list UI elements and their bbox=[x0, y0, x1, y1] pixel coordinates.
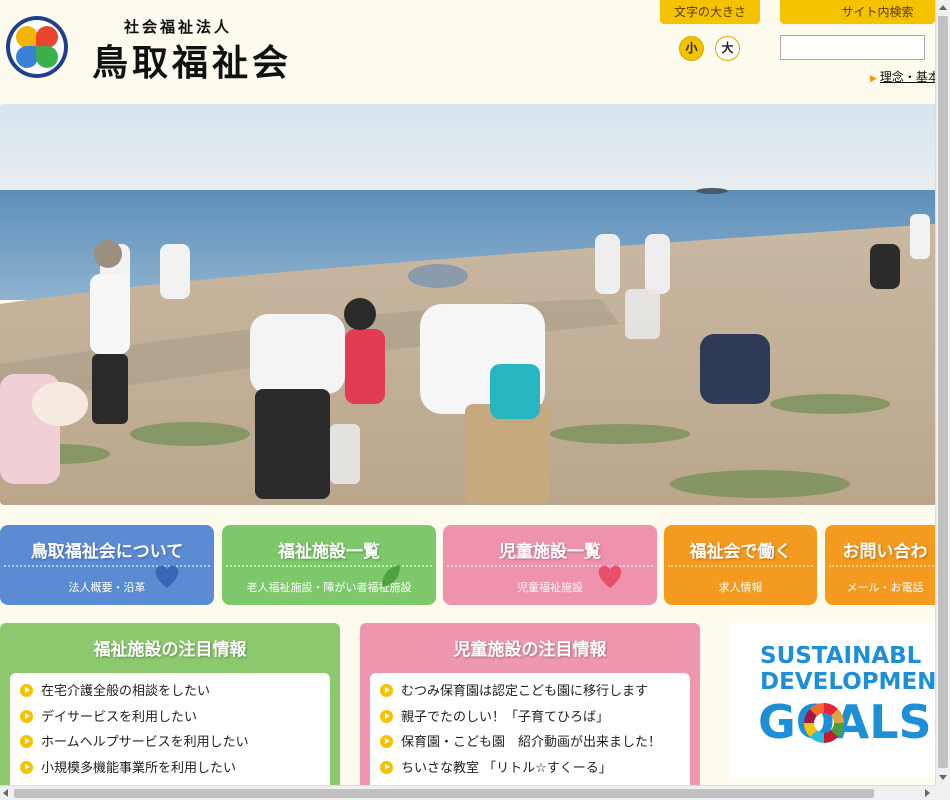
arrow-bullet-icon bbox=[380, 735, 393, 748]
arrow-right-icon: ▶ bbox=[870, 74, 877, 84]
arrow-bullet-icon bbox=[380, 684, 393, 697]
nav-child-title: 児童施設一覧 bbox=[499, 542, 601, 562]
sdg-line2: DEVELOPMENT bbox=[760, 669, 935, 695]
list-item[interactable]: むつみ保育園は認定こども園に移行します bbox=[380, 679, 680, 705]
welfare-highlights-panel: 福祉施設の注目情報 在宅介護全般の相談をしたい デイサービスを利用したい ホーム… bbox=[0, 623, 340, 800]
scroll-up-icon[interactable] bbox=[939, 5, 947, 10]
horizontal-scroll-thumb[interactable] bbox=[14, 789, 874, 798]
site-header: 社会福祉法人 鳥取福祉会 文字の大きさ 小 大 サイト内検索 ▶ 理念・基本 bbox=[0, 0, 940, 104]
nav-about[interactable]: 鳥取福祉会について 法人概要・沿革 bbox=[0, 525, 214, 605]
list-item[interactable]: 小規模多機能事業所を利用したい bbox=[20, 756, 320, 782]
site-search-label: サイト内検索 bbox=[780, 0, 935, 24]
arrow-bullet-icon bbox=[20, 684, 33, 697]
divider bbox=[668, 565, 813, 567]
welfare-panel-title: 福祉施設の注目情報 bbox=[93, 640, 247, 660]
sdg-wheel-icon bbox=[804, 703, 844, 743]
scroll-right-icon[interactable] bbox=[925, 789, 930, 797]
child-panel-title: 児童施設の注目情報 bbox=[453, 640, 607, 660]
nav-work[interactable]: 福祉会で働く 求人情報 bbox=[664, 525, 817, 605]
org-name-logo[interactable]: 鳥取福祉会 bbox=[92, 34, 292, 86]
list-item[interactable]: 在宅介護全般の相談をしたい bbox=[20, 679, 320, 705]
welfare-highlights-list: 在宅介護全般の相談をしたい デイサービスを利用したい ホームヘルプサービスを利用… bbox=[10, 673, 330, 800]
vertical-scrollbar[interactable] bbox=[935, 0, 950, 785]
nav-welfare-title: 福祉施設一覧 bbox=[278, 542, 380, 562]
vertical-scroll-thumb[interactable] bbox=[938, 16, 948, 768]
font-size-label: 文字の大きさ bbox=[660, 0, 760, 24]
child-highlights-list: むつみ保育園は認定こども園に移行します 親子でたのしい！「子育てひろば」 保育園… bbox=[370, 673, 690, 800]
heart-icon bbox=[598, 565, 622, 588]
child-highlights-panel: 児童施設の注目情報 むつみ保育園は認定こども園に移行します 親子でたのしい！「子… bbox=[360, 623, 700, 800]
site-search-input[interactable] bbox=[780, 35, 925, 60]
nav-about-title: 鳥取福祉会について bbox=[30, 542, 184, 562]
font-large-button[interactable]: 大 bbox=[715, 36, 740, 61]
arrow-bullet-icon bbox=[20, 760, 33, 774]
scrollbar-corner bbox=[935, 785, 950, 800]
arrow-bullet-icon bbox=[380, 709, 393, 723]
nav-work-title: 福祉会で働く bbox=[689, 542, 792, 562]
heart-icon bbox=[155, 565, 179, 588]
list-item[interactable]: デイサービスを利用したい bbox=[20, 705, 320, 731]
leaf-icon bbox=[382, 565, 400, 587]
arrow-bullet-icon bbox=[380, 760, 393, 774]
divider bbox=[829, 565, 941, 567]
scroll-down-icon[interactable] bbox=[939, 775, 947, 780]
font-small-button[interactable]: 小 bbox=[679, 36, 704, 61]
scroll-left-icon[interactable] bbox=[3, 789, 8, 797]
arrow-bullet-icon bbox=[20, 735, 33, 748]
sdg-line1: SUSTAINABL bbox=[760, 643, 922, 669]
hero-photo bbox=[0, 104, 935, 505]
nav-contact-title: お問い合わ bbox=[842, 542, 928, 562]
nav-contact[interactable]: お問い合わ メール・お電話 bbox=[825, 525, 945, 605]
list-item[interactable]: ホームヘルプサービスを利用したい bbox=[20, 730, 320, 756]
philosophy-link[interactable]: ▶ 理念・基本 bbox=[870, 68, 940, 85]
nav-child-facilities[interactable]: 児童施設一覧 児童福祉施設 bbox=[443, 525, 657, 605]
list-item[interactable]: 保育園・こども園 紹介動画が出来ました！ bbox=[380, 730, 680, 756]
nav-work-sub: 求人情報 bbox=[718, 581, 763, 594]
horizontal-scrollbar[interactable] bbox=[0, 785, 935, 800]
sdg-banner[interactable]: SUSTAINABL DEVELOPMENT GOALS bbox=[730, 623, 935, 778]
nav-contact-sub: メール・お電話 bbox=[846, 581, 924, 594]
nav-welfare-facilities[interactable]: 福祉施設一覧 老人福祉施設・障がい者福祉施設 bbox=[222, 525, 436, 605]
list-item[interactable]: ちいさな教室 「リトル☆すくーる」 bbox=[380, 756, 680, 782]
beach-cleanup-photo bbox=[0, 104, 935, 505]
logo-icon[interactable] bbox=[6, 16, 68, 78]
list-item[interactable]: 親子でたのしい！「子育てひろば」 bbox=[380, 705, 680, 731]
arrow-bullet-icon bbox=[20, 709, 33, 723]
